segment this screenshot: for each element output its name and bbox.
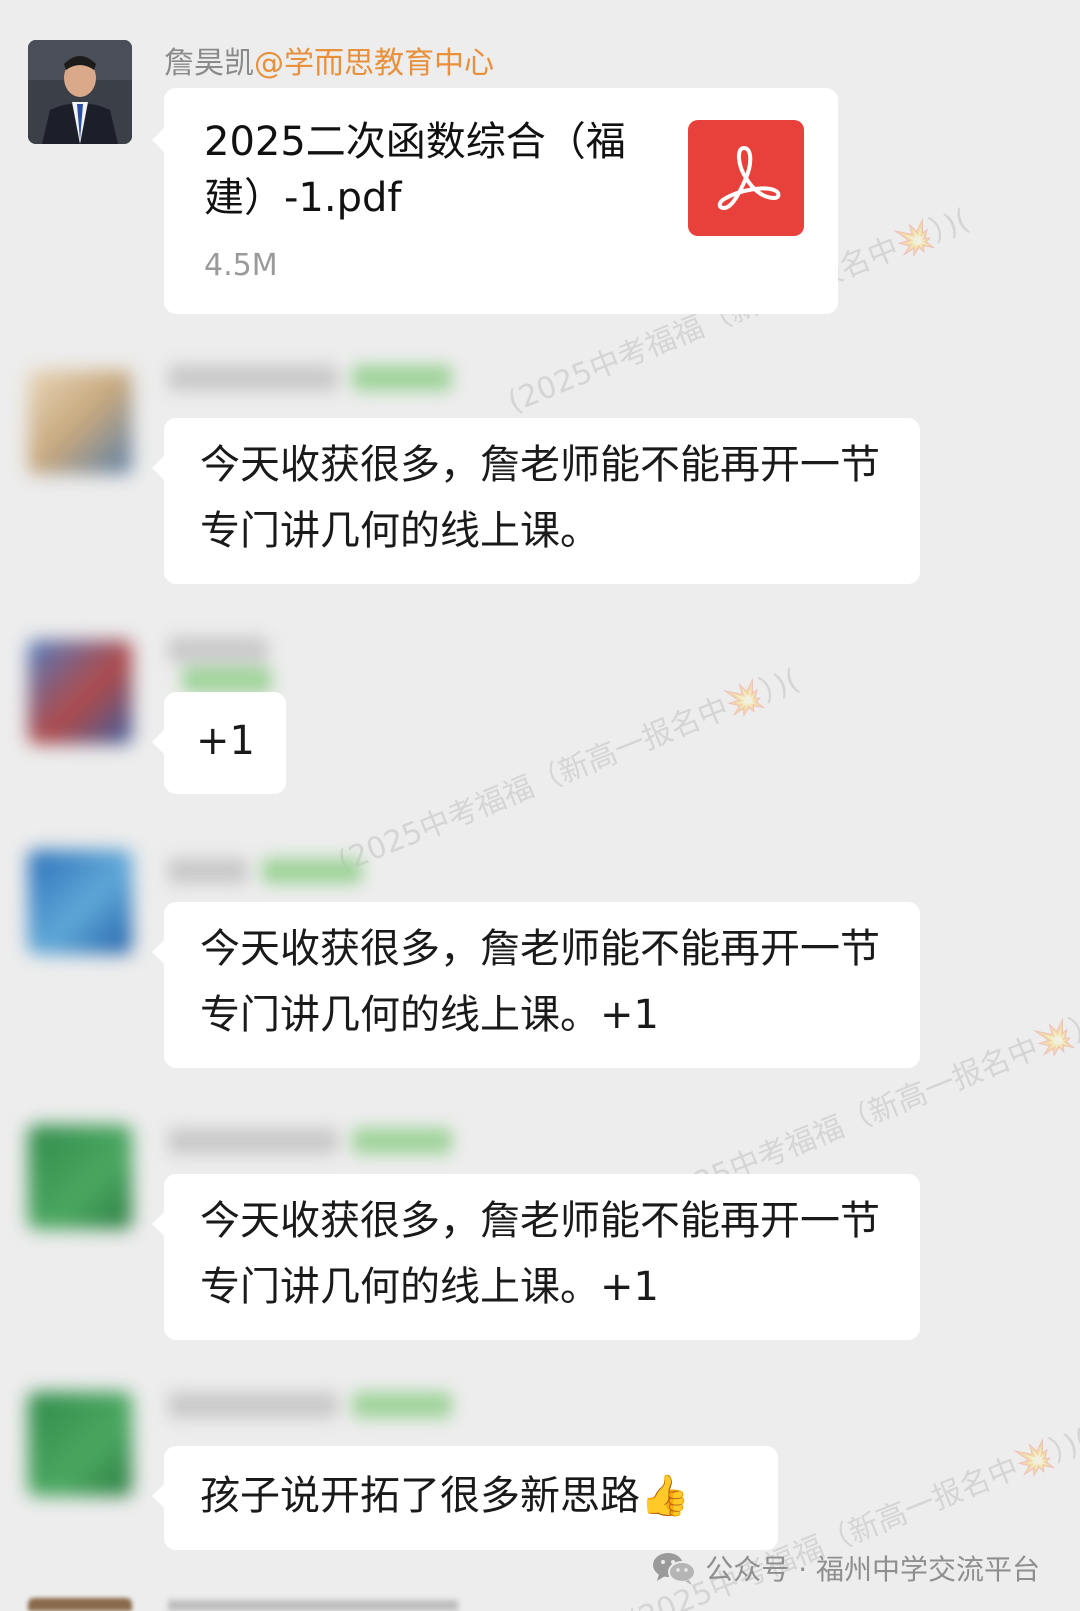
message-text-content: 今天收获很多，詹老师能不能再开一节专门讲几何的线上课。+1 <box>200 1198 880 1310</box>
wechat-icon <box>653 1553 697 1585</box>
avatar[interactable] <box>28 640 132 744</box>
thumbs-up-icon: 👍 <box>640 1473 690 1519</box>
avatar[interactable] <box>28 40 132 144</box>
pdf-icon <box>688 120 804 236</box>
message-text-content: +1 <box>196 718 255 764</box>
sender-name-blurred <box>168 858 368 888</box>
message-text-content: 孩子说开拓了很多新思路 <box>200 1473 640 1519</box>
avatar[interactable] <box>28 1125 132 1229</box>
sender-name-blurred <box>168 365 458 395</box>
message-text-content: 今天收获很多，詹老师能不能再开一节专门讲几何的线上课。 <box>200 442 880 554</box>
message-bubble[interactable]: 今天收获很多，詹老师能不能再开一节专门讲几何的线上课。 <box>152 418 920 584</box>
sender-name-blurred <box>168 1392 458 1422</box>
file-size: 4.5M <box>204 248 278 283</box>
sender-name-blurred <box>168 637 368 693</box>
avatar[interactable] <box>28 850 132 954</box>
sender-mention: @学而思教育中心 <box>254 46 494 81</box>
message-bubble[interactable]: +1 <box>152 692 286 794</box>
footer-label: 公众号 · 福州中学交流平台 <box>705 1553 1040 1586</box>
watermark: (2025中考福福（新高一报名中💥）)( <box>332 662 804 880</box>
chat-window: (2025中考福福（新高一报名中💥）)( (2025中考福福（新高一报名中💥）)… <box>0 0 1080 1611</box>
file-message-bubble[interactable]: 2025二次函数综合（福建）-1.pdf 4.5M <box>152 88 838 314</box>
sender-name-blurred <box>168 1128 458 1158</box>
avatar[interactable] <box>28 1392 132 1496</box>
message-bubble[interactable]: 今天收获很多，詹老师能不能再开一节专门讲几何的线上课。+1 <box>152 902 920 1068</box>
message-bubble[interactable]: 孩子说开拓了很多新思路👍 <box>152 1446 778 1550</box>
sender-name: 詹昊凯@学而思教育中心 <box>164 46 494 81</box>
next-message-partial <box>0 1598 1080 1611</box>
avatar[interactable] <box>28 370 132 474</box>
footer-watermark: 公众号 · 福州中学交流平台 <box>651 1548 1040 1588</box>
file-name: 2025二次函数综合（福建）-1.pdf <box>204 119 626 221</box>
message-bubble[interactable]: 今天收获很多，詹老师能不能再开一节专门讲几何的线上课。+1 <box>152 1174 920 1340</box>
message-text-content: 今天收获很多，詹老师能不能再开一节专门讲几何的线上课。+1 <box>200 926 880 1038</box>
